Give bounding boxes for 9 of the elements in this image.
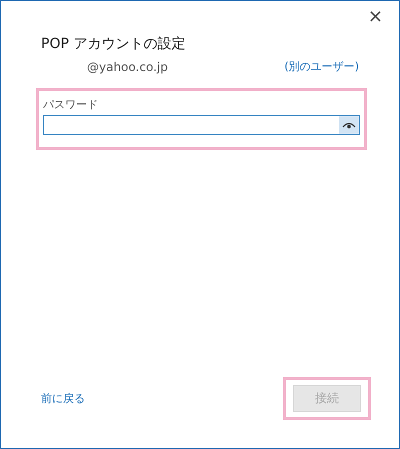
dialog-title: POP アカウントの設定	[41, 35, 186, 53]
eye-icon	[342, 121, 356, 129]
other-user-link[interactable]: (別のユーザー)	[284, 59, 359, 74]
show-password-button[interactable]	[339, 116, 359, 134]
password-field[interactable]	[43, 115, 360, 135]
close-button[interactable]: ×	[364, 3, 387, 31]
back-link[interactable]: 前に戻る	[41, 391, 85, 406]
password-label: パスワード	[43, 97, 99, 112]
email-address: @yahoo.co.jp	[87, 60, 168, 74]
